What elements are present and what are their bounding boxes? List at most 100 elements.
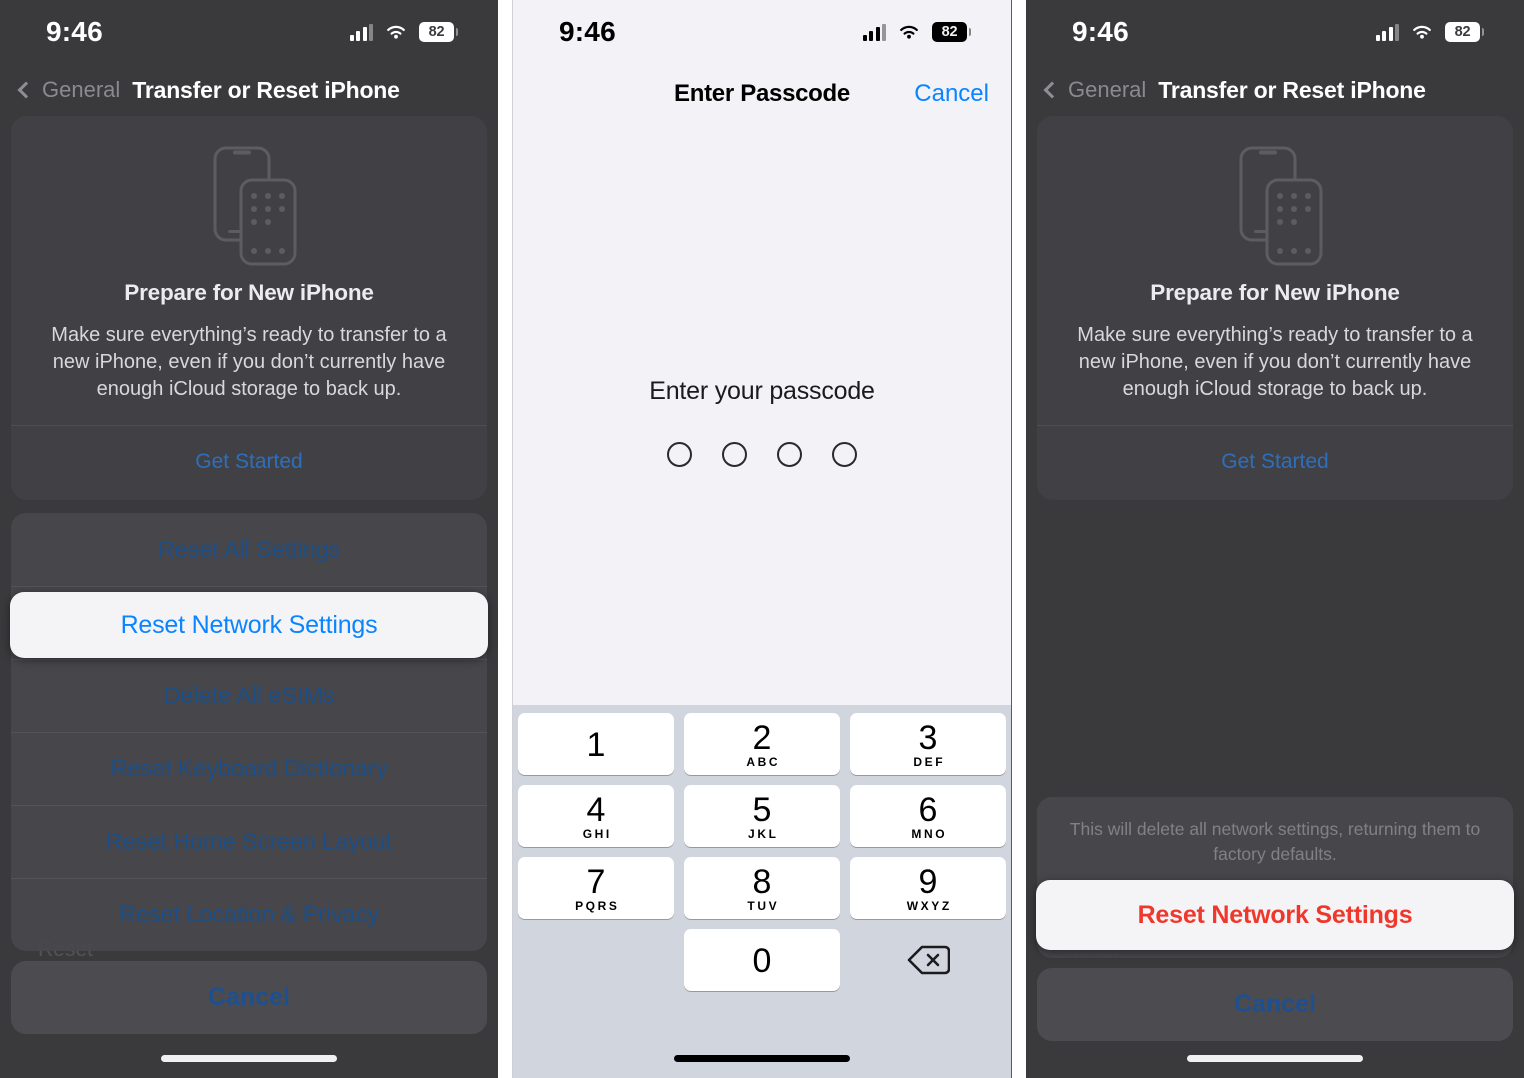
- key-number: 1: [586, 725, 606, 764]
- status-clock: 9:46: [559, 16, 616, 47]
- key-0[interactable]: 0: [684, 929, 840, 991]
- back-button[interactable]: General: [1040, 77, 1146, 103]
- battery-icon: 82: [932, 22, 971, 42]
- key-number: 6: [918, 790, 938, 829]
- key-6[interactable]: 6 MNO: [850, 785, 1006, 847]
- key-1[interactable]: 1: [518, 713, 674, 775]
- panel-reset-options: 9:46 82 General Transfer or Reset iPhone: [0, 0, 498, 1078]
- chevron-left-icon: [17, 81, 35, 99]
- key-letters: ABC: [746, 754, 781, 769]
- home-indicator: [674, 1055, 850, 1062]
- passcode-body: Enter your passcode: [513, 124, 1011, 719]
- keypad-row: 7 PQRS 8 TUV 9 WXYZ: [518, 857, 1006, 919]
- sheet-item-reset-all-settings[interactable]: Reset All Settings: [11, 513, 487, 586]
- battery-level: 82: [1454, 24, 1471, 40]
- passcode-dot: [667, 441, 692, 467]
- highlight-label: Reset Network Settings: [1137, 900, 1413, 929]
- key-number: 8: [752, 862, 772, 901]
- keypad-row: 0: [518, 929, 1006, 991]
- card-description: Make sure everything’s ready to transfer…: [51, 324, 447, 400]
- highlight-confirm-reset-network-settings[interactable]: Reset Network Settings: [1036, 880, 1514, 950]
- key-letters: DEF: [913, 754, 946, 769]
- status-icons: 82: [349, 22, 458, 42]
- key-8[interactable]: 8 TUV: [684, 857, 840, 919]
- highlight-reset-network-settings[interactable]: Reset Network Settings: [10, 592, 488, 658]
- status-bar: 9:46 82: [513, 0, 1011, 64]
- delete-backward-icon[interactable]: [850, 929, 1006, 991]
- wifi-icon: [897, 23, 921, 41]
- status-icons: 82: [862, 22, 971, 42]
- confirm-cancel-button[interactable]: Cancel: [1037, 968, 1513, 1041]
- keypad-row: 4 GHI 5 JKL 6 MNO: [518, 785, 1006, 847]
- panel-confirm-reset: 9:46 82 General Transfer or Reset iPhone: [1026, 0, 1524, 1078]
- passcode-dot: [832, 441, 857, 467]
- key-5[interactable]: 5 JKL: [684, 785, 840, 847]
- key-letters: TUV: [747, 898, 780, 913]
- status-icons: 82: [1375, 22, 1484, 42]
- cellular-bars-icon: [1375, 23, 1399, 41]
- card-title: Prepare for New iPhone: [1150, 280, 1400, 305]
- key-letters: PQRS: [575, 898, 620, 913]
- reset-options-group: Reset All Settings Reset Network Setting…: [11, 513, 487, 951]
- status-bar: 9:46 82: [1026, 0, 1524, 64]
- key-number: 2: [752, 718, 772, 757]
- home-indicator: [1187, 1055, 1363, 1062]
- battery-level: 82: [428, 24, 445, 40]
- page-title: Transfer or Reset iPhone: [132, 76, 400, 103]
- sheet-item-reset-location-privacy[interactable]: Reset Location & Privacy: [11, 878, 487, 951]
- nav-bar: General Transfer or Reset iPhone: [1026, 64, 1524, 116]
- wifi-icon: [384, 23, 408, 41]
- passcode-dot: [722, 441, 747, 467]
- wifi-icon: [1410, 23, 1434, 41]
- prepare-for-new-iphone-card: Prepare for New iPhone Make sure everyth…: [11, 116, 487, 500]
- back-label: General: [1068, 77, 1147, 102]
- three-panel-screenshot: 9:46 82 General Transfer or Reset iPhone: [0, 0, 1524, 1078]
- nav-bar: General Transfer or Reset iPhone: [0, 64, 498, 116]
- key-number: 3: [918, 718, 938, 757]
- key-letters: JKL: [748, 826, 779, 841]
- passcode-nav-bar: Enter Passcode Cancel: [513, 64, 1011, 124]
- sheet-item-reset-keyboard-dictionary[interactable]: Reset Keyboard Dictionary: [11, 732, 487, 805]
- get-started-button[interactable]: Get Started: [1057, 426, 1493, 500]
- card-description: Make sure everything’s ready to transfer…: [1077, 324, 1473, 400]
- key-2[interactable]: 2 ABC: [684, 713, 840, 775]
- battery-level: 82: [941, 24, 958, 40]
- key-letters: GHI: [582, 826, 612, 841]
- key-letters: MNO: [911, 826, 948, 841]
- key-letters: WXYZ: [906, 898, 952, 913]
- panel-enter-passcode: 9:46 82 Enter Passcode Cancel Enter your…: [512, 0, 1012, 1078]
- keypad-row: 1 2 ABC 3 DEF: [518, 713, 1006, 775]
- page-title: Transfer or Reset iPhone: [1158, 76, 1426, 103]
- key-3[interactable]: 3 DEF: [850, 713, 1006, 775]
- battery-icon: 82: [1445, 22, 1484, 42]
- home-indicator: [161, 1055, 337, 1062]
- sheet-item-reset-home-screen-layout[interactable]: Reset Home Screen Layout: [11, 805, 487, 878]
- key-number: 4: [586, 790, 606, 829]
- chevron-left-icon: [1043, 81, 1061, 99]
- passcode-title: Enter Passcode: [674, 80, 850, 107]
- sheet-item-delete-all-esims[interactable]: Delete All eSIMs: [11, 659, 487, 732]
- back-label: General: [42, 77, 121, 102]
- key-number: 7: [586, 862, 606, 901]
- numeric-keypad: 1 2 ABC 3 DEF 4 GHI 5 JKL 6 MNO 7 PQRS 8…: [513, 705, 1011, 1078]
- back-button[interactable]: General: [14, 77, 120, 103]
- key-number: 5: [752, 790, 772, 829]
- key-9[interactable]: 9 WXYZ: [850, 857, 1006, 919]
- panel-gap: [498, 0, 512, 1078]
- status-bar: 9:46 82: [0, 0, 498, 64]
- keypad-spacer: [518, 929, 674, 991]
- highlight-label: Reset Network Settings: [120, 610, 378, 639]
- passcode-cancel-button[interactable]: Cancel: [914, 80, 989, 108]
- key-7[interactable]: 7 PQRS: [518, 857, 674, 919]
- passcode-dot: [777, 441, 802, 467]
- key-number: 9: [918, 862, 938, 901]
- content-area: Prepare for New iPhone Make sure everyth…: [0, 116, 498, 500]
- key-4[interactable]: 4 GHI: [518, 785, 674, 847]
- get-started-button[interactable]: Get Started: [31, 426, 467, 500]
- status-clock: 9:46: [46, 16, 103, 47]
- passcode-dots: [667, 441, 857, 467]
- cellular-bars-icon: [349, 23, 373, 41]
- status-clock: 9:46: [1072, 16, 1129, 47]
- key-number: 0: [752, 942, 772, 980]
- sheet-cancel-button[interactable]: Cancel: [11, 961, 487, 1034]
